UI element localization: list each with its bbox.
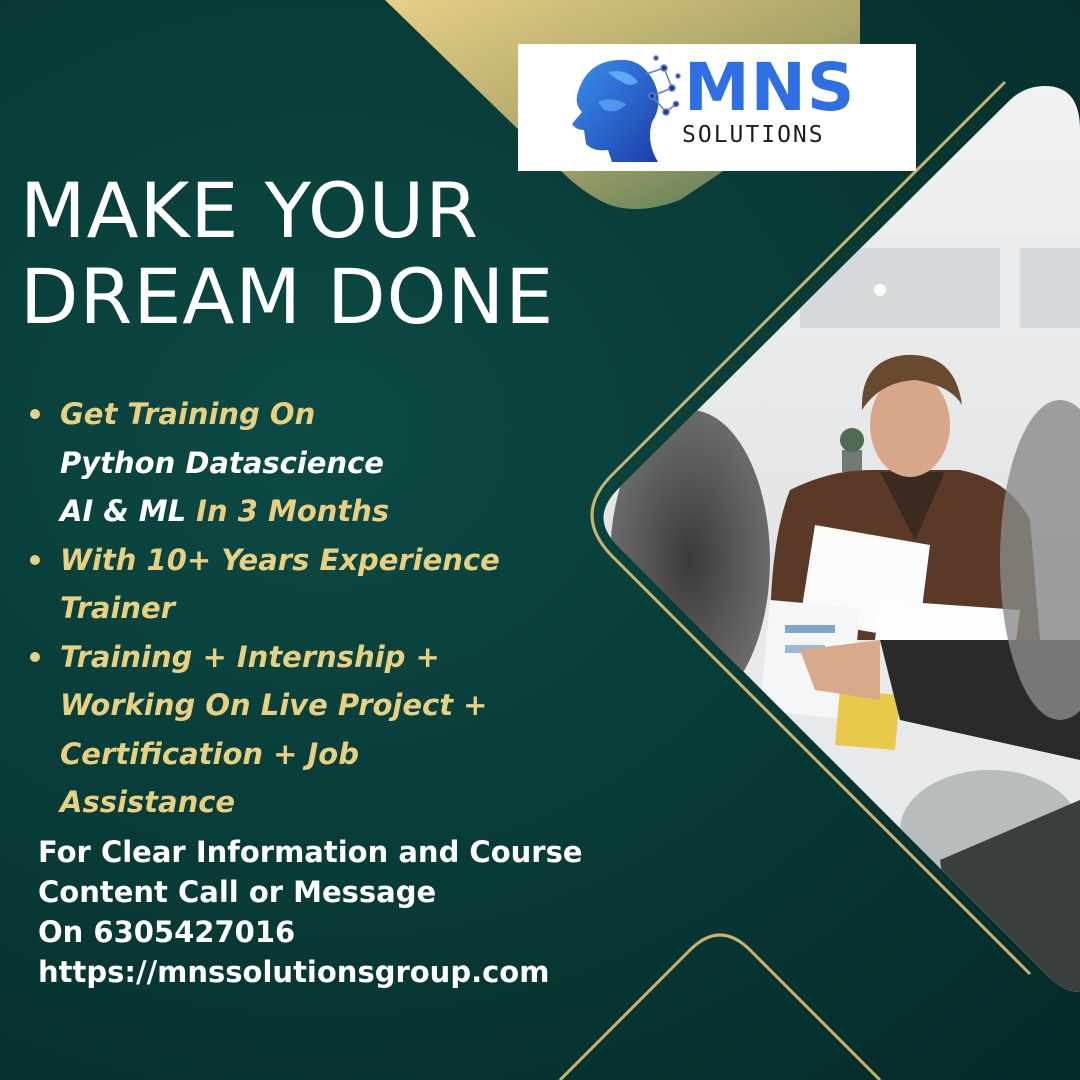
feature-text-accent: Training + Internship +	[60, 639, 440, 674]
contact-info: For Clear Information and Course Content…	[38, 832, 658, 992]
feature-text-white: Python Datascience	[60, 445, 384, 480]
brand-logo-box: MNS SOLUTIONS	[518, 44, 916, 171]
feature-text-accent: Assistance	[60, 785, 236, 819]
contact-line-1: For Clear Information and Course	[38, 835, 583, 869]
feature-line: Certification + Job	[60, 730, 584, 779]
feature-line: Trainer	[60, 584, 584, 633]
feature-list-item: Get Training On Python Datascience AI & ML…	[24, 390, 584, 536]
feature-line: With 10+ Years Experience	[60, 536, 584, 585]
feature-line: AI & ML In 3 Months	[60, 487, 584, 536]
brand-subtitle: SOLUTIONS	[682, 122, 825, 148]
feature-text-accent: In 3 Months	[196, 494, 390, 528]
bullet-dot-icon	[30, 554, 40, 565]
feature-text-accent: Trainer	[60, 591, 176, 625]
poster: MNS SOLUTIONS MAKE YOUR DREAM DONE Get T…	[0, 0, 1080, 1080]
feature-line: Get Training On	[60, 390, 584, 439]
feature-line: Assistance	[60, 778, 584, 827]
feature-list-item: With 10+ Years Experience Trainer	[24, 536, 584, 633]
feature-text-accent: Get Training On	[60, 397, 316, 431]
bullet-dot-icon	[30, 651, 40, 662]
brand-name: MNS	[684, 49, 856, 126]
feature-text-accent: With 10+ Years Experience	[60, 542, 500, 577]
bullet-dot-icon	[30, 409, 40, 419]
feature-text-accent: Working On Live Project +	[60, 688, 488, 722]
feature-text-white: AI & ML	[60, 494, 197, 528]
feature-line: Training + Internship +	[60, 633, 584, 682]
feature-line: Working On Live Project +	[60, 681, 584, 730]
feature-list: Get Training On Python Datascience AI & ML…	[24, 390, 584, 827]
feature-line: Python Datascience	[60, 439, 584, 488]
contact-website: https://mnssolutionsgroup.com	[38, 955, 550, 989]
headline-line-1: MAKE YOUR	[20, 166, 480, 255]
contact-line-2: Content Call or Message	[38, 875, 437, 909]
feature-list-item: Training + Internship + Working On Live P…	[24, 633, 584, 827]
headline: MAKE YOUR DREAM DONE	[20, 168, 600, 340]
headline-line-2: DREAM DONE	[20, 252, 555, 341]
contact-phone: On 6305427016	[38, 915, 296, 949]
ai-head-icon	[572, 55, 681, 163]
feature-text-accent: Certification + Job	[60, 736, 359, 771]
